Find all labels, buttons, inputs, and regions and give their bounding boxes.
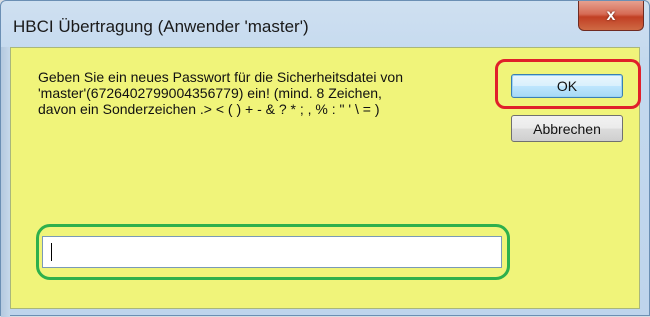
close-button[interactable]: x: [578, 1, 644, 31]
window-frame-edge: [1, 47, 10, 317]
close-icon: x: [606, 6, 616, 24]
prompt-message: Geben Sie ein neues Passwort für die Sic…: [38, 69, 508, 117]
password-input[interactable]: [42, 236, 502, 268]
dialog-content: Geben Sie ein neues Passwort für die Sic…: [10, 47, 641, 309]
title-bar[interactable]: HBCI Übertragung (Anwender 'master') x: [1, 1, 649, 47]
cancel-button[interactable]: Abbrechen: [511, 115, 623, 142]
prompt-line-1: Geben Sie ein neues Passwort für die Sic…: [38, 69, 403, 85]
prompt-line-2: 'master'(6726402799004356779) ein! (mind…: [38, 85, 382, 101]
prompt-line-3: davon ein Sonderzeichen .> < ( ) + - & ?…: [38, 101, 380, 117]
window-title: HBCI Übertragung (Anwender 'master'): [13, 17, 309, 36]
dialog-window: HBCI Übertragung (Anwender 'master') x G…: [0, 0, 650, 317]
text-caret: [51, 243, 52, 261]
ok-button[interactable]: OK: [511, 74, 623, 98]
